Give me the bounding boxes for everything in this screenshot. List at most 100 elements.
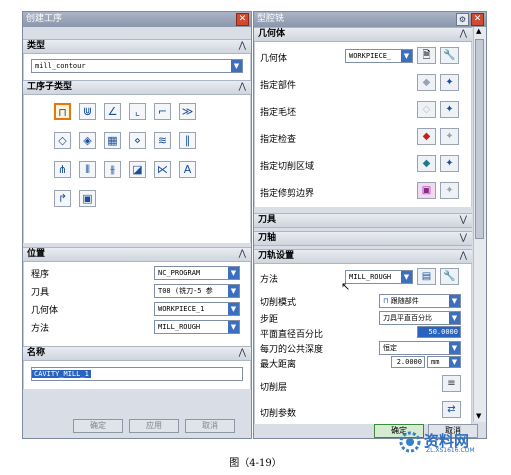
apply-button[interactable]: 应用 — [129, 419, 179, 433]
geometry-value: WORKPIECE_1 — [158, 305, 205, 313]
blank-select-icon[interactable]: ◇ — [417, 101, 436, 118]
ok-button[interactable]: 确定 — [73, 419, 123, 433]
area-steep-icon[interactable]: ∥ — [179, 132, 196, 149]
trim-boundary-select-icon[interactable]: ▣ — [417, 182, 436, 199]
stepover-select[interactable]: 刀具平直百分比 ▼ — [379, 311, 461, 325]
flowcut-single-icon[interactable]: ⋔ — [54, 161, 71, 178]
mill-control-icon[interactable]: ▣ — [79, 190, 96, 207]
chevron-down-icon[interactable]: ▼ — [401, 50, 412, 62]
scroll-up-icon[interactable]: ▲ — [476, 27, 481, 35]
wrench-icon[interactable]: 🔧 — [440, 47, 459, 64]
tool-section-header[interactable]: 刀具 ⋁ — [254, 213, 472, 228]
method-select[interactable]: MILL_ROUGH ▼ — [154, 320, 240, 334]
solid-profile-3d-icon[interactable]: ⋉ — [154, 161, 171, 178]
max-distance-input[interactable]: 2.0000 — [391, 356, 425, 368]
chevron-down-icon[interactable]: ▼ — [228, 267, 239, 279]
unit-select[interactable]: mm ▼ — [427, 356, 461, 368]
cancel-button[interactable]: 取消 — [185, 419, 235, 433]
flashlight-icon[interactable]: ✦ — [440, 74, 459, 91]
new-method-icon[interactable]: ▤ — [417, 268, 436, 285]
chevron-down-icon[interactable]: ▼ — [449, 312, 460, 324]
program-select[interactable]: NC_PROGRAM ▼ — [154, 266, 240, 280]
flashlight-icon[interactable]: ✦ — [440, 101, 459, 118]
cavity-mill-titlebar[interactable]: 型腔铣 ⚙ ✕ — [254, 12, 486, 27]
operation-type-value: mill_contour — [35, 62, 86, 70]
create-operation-titlebar[interactable]: 创建工序 ✕ — [23, 12, 251, 27]
contour-text-icon[interactable]: A — [179, 161, 196, 178]
contour-area-icon[interactable]: ◈ — [79, 132, 96, 149]
vertical-scrollbar[interactable]: ▲ ▼ — [473, 27, 486, 422]
chevron-up-icon[interactable]: ⋀ — [460, 28, 467, 41]
contour-surface-icon[interactable]: ▦ — [104, 132, 121, 149]
flashlight-icon[interactable]: ✦ — [440, 155, 459, 172]
path-settings-panel: 方法 MILL_ROUGH ▼ ↖ ▤ 🔧 切削模式 ⊓ 跟随部件 ▼ 步距 刀… — [254, 264, 472, 424]
common-depth-select[interactable]: 恒定 ▼ — [379, 341, 461, 355]
flashlight-icon[interactable]: ✦ — [440, 128, 459, 145]
method-label: 方法 — [31, 324, 50, 334]
flat-diameter-percent-input[interactable]: 50.0000 — [417, 326, 461, 338]
subtype-section-label: 工序子类型 — [27, 82, 73, 92]
close-icon[interactable]: ✕ — [236, 13, 249, 26]
chevron-down-icon[interactable]: ▼ — [228, 303, 239, 315]
geometry-section-header[interactable]: 几何体 ⋀ — [254, 27, 472, 42]
chevron-down-icon[interactable]: ⋁ — [460, 214, 467, 227]
wrench-icon[interactable]: 🔧 — [440, 268, 459, 285]
part-select-icon[interactable]: ◆ — [417, 74, 436, 91]
chevron-down-icon[interactable]: ▼ — [228, 321, 239, 333]
chevron-down-icon[interactable]: ▼ — [449, 357, 460, 367]
cut-pattern-select[interactable]: ⊓ 跟随部件 ▼ — [379, 294, 461, 308]
flashlight-icon[interactable]: ✦ — [440, 182, 459, 199]
position-section-header[interactable]: 位置 ⋀ — [23, 247, 251, 262]
scrollbar-thumb[interactable] — [475, 39, 484, 239]
zlevel-profile-icon[interactable]: ⌐ — [154, 103, 171, 120]
corner-rough-icon[interactable]: ∠ — [104, 103, 121, 120]
chevron-down-icon[interactable]: ▼ — [401, 271, 412, 283]
flowcut-ref-tool-icon[interactable]: ⫵ — [104, 161, 121, 178]
close-icon[interactable]: ✕ — [471, 13, 484, 26]
chevron-down-icon[interactable]: ⋁ — [460, 232, 467, 245]
plunge-mill-icon[interactable]: ⋓ — [79, 103, 96, 120]
chevron-up-icon[interactable]: ⋀ — [239, 81, 246, 94]
tool-axis-section-header[interactable]: 刀轴 ⋁ — [254, 231, 472, 246]
workpiece-select[interactable]: WORKPIECE_ ▼ — [345, 49, 413, 63]
chevron-down-icon[interactable]: ▼ — [231, 60, 242, 72]
cut-area-select-icon[interactable]: ◆ — [417, 155, 436, 172]
chevron-down-icon[interactable]: ▼ — [449, 295, 460, 307]
flowcut-multiple-icon[interactable]: ⫴ — [79, 161, 96, 178]
check-select-icon[interactable]: ◆ — [417, 128, 436, 145]
chevron-up-icon[interactable]: ⋀ — [460, 250, 467, 263]
name-section-header[interactable]: 名称 ⋀ — [23, 346, 251, 361]
flat-diameter-percent-value: 50.0000 — [428, 328, 458, 336]
operation-type-select[interactable]: mill_contour ▼ — [31, 59, 243, 73]
path-method-select[interactable]: MILL_ROUGH ▼ — [345, 270, 413, 284]
scroll-down-icon[interactable]: ▼ — [476, 412, 481, 420]
fixed-contour-icon[interactable]: ◇ — [54, 132, 71, 149]
geometry-select[interactable]: WORKPIECE_1 ▼ — [154, 302, 240, 316]
chevron-up-icon[interactable]: ⋀ — [239, 40, 246, 53]
name-section-label: 名称 — [27, 348, 46, 358]
path-settings-section-header[interactable]: 刀轨设置 ⋀ — [254, 249, 472, 264]
tool-select[interactable]: T08 (铣刀-5 参 ▼ — [154, 284, 240, 298]
max-distance-label: 最大距离 — [260, 360, 297, 370]
new-geometry-icon[interactable]: 🗎 — [417, 47, 436, 64]
area-nonsteep-icon[interactable]: ≋ — [154, 132, 171, 149]
chevron-up-icon[interactable]: ⋀ — [239, 347, 246, 360]
zlevel-corner-icon[interactable]: ≫ — [179, 103, 196, 120]
operation-name-input[interactable]: CAVITY_MILL_1 — [31, 367, 243, 381]
flowcut-smooth-icon[interactable]: ◪ — [129, 161, 146, 178]
rest-mill-icon[interactable]: ⌞ — [129, 103, 146, 120]
chevron-up-icon[interactable]: ⋀ — [239, 248, 246, 261]
cut-levels-icon[interactable]: ≡ — [442, 375, 461, 392]
common-depth-label: 每刀的公共深度 — [260, 345, 324, 355]
help-icon[interactable]: ⚙ — [456, 13, 469, 26]
streamline-icon[interactable]: ⋄ — [129, 132, 146, 149]
cut-parameters-icon[interactable]: ⇄ — [442, 401, 461, 418]
subtype-section-header[interactable]: 工序子类型 ⋀ — [23, 80, 251, 95]
method-value: MILL_ROUGH — [158, 323, 201, 331]
cut-parameters-label: 切削参数 — [260, 409, 297, 419]
chevron-down-icon[interactable]: ▼ — [449, 342, 460, 354]
type-section-header[interactable]: 类型 ⋀ — [23, 39, 251, 54]
chevron-down-icon[interactable]: ▼ — [228, 285, 239, 297]
cavity-mill-icon[interactable]: ⊓ — [54, 103, 71, 120]
generic-motion-icon[interactable]: ↱ — [54, 190, 71, 207]
